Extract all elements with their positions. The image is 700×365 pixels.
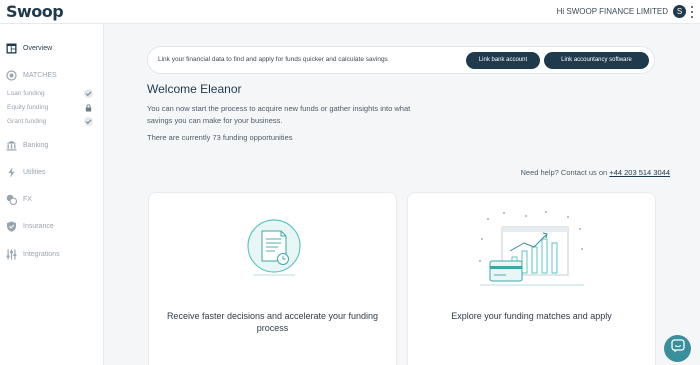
sidebar-item-grant-funding[interactable]: Grant funding [0, 116, 104, 128]
sidebar-item-utilities[interactable]: Utilities [0, 162, 104, 182]
card-title: Explore your funding matches and apply [451, 311, 612, 321]
check-icon [84, 89, 93, 98]
sidebar: Overview MATCHES Loan funding Equity fun… [0, 24, 104, 365]
sidebar-item-label: Insurance [23, 222, 54, 230]
swoop-logo[interactable]: Swoop [6, 2, 64, 21]
sidebar-item-label: Loan funding [7, 90, 45, 97]
help-phone-link[interactable]: +44 203 514 3044 [609, 168, 670, 177]
avatar[interactable]: S [673, 5, 686, 18]
sidebar-item-label: Overview [23, 44, 53, 52]
sidebar-item-overview[interactable]: Overview [0, 38, 104, 58]
sidebar-item-equity-funding[interactable]: Equity funding [0, 102, 104, 114]
bank-icon [6, 140, 17, 151]
help-prefix: Need help? Contact us on [520, 168, 608, 177]
lock-icon [84, 103, 93, 112]
sliders-icon [6, 249, 17, 260]
check-icon [84, 117, 93, 126]
account-greeting: Hi SWOOP FINANCE LIMITED [556, 7, 668, 16]
sidebar-item-loan-funding[interactable]: Loan funding [0, 88, 104, 100]
more-menu-icon[interactable] [690, 6, 694, 18]
sidebar-item-label: FX [23, 195, 32, 203]
chart-card-icon [476, 209, 588, 294]
chat-launcher[interactable] [664, 335, 691, 362]
link-data-banner: Link your financial data to find and app… [147, 46, 655, 74]
fx-icon [6, 194, 17, 205]
page-title: Welcome Eleanor [147, 82, 242, 96]
intro-text: You can now start the process to acquire… [147, 104, 411, 125]
link-accountancy-software-button[interactable]: Link accountancy software [544, 52, 649, 69]
matches-icon [6, 69, 17, 81]
sidebar-item-label: Banking [23, 141, 49, 149]
sidebar-item-label: MATCHES [23, 71, 57, 79]
sidebar-item-matches[interactable]: MATCHES [0, 65, 104, 85]
sidebar-item-label: Utilities [23, 168, 46, 176]
sidebar-item-label: Equity funding [7, 104, 49, 111]
faster-decisions-card[interactable]: Receive faster decisions and accelerate … [148, 192, 397, 365]
link-bank-account-button[interactable]: Link bank account [466, 52, 540, 69]
explore-matches-card[interactable]: Explore your funding matches and apply [407, 192, 656, 365]
sidebar-item-insurance[interactable]: Insurance [0, 216, 104, 236]
sidebar-item-label: Grant funding [7, 118, 47, 125]
chat-icon [670, 339, 685, 358]
sidebar-item-integrations[interactable]: Integrations [0, 244, 104, 264]
overview-icon [6, 43, 17, 54]
banner-text: Link your financial data to find and app… [158, 56, 388, 63]
sidebar-item-fx[interactable]: FX [0, 189, 104, 209]
shield-icon [6, 220, 17, 232]
top-bar: Swoop Hi SWOOP FINANCE LIMITED S [0, 0, 700, 24]
lightning-icon [6, 166, 17, 178]
sidebar-item-banking[interactable]: Banking [0, 135, 104, 155]
sidebar-item-label: Integrations [23, 250, 60, 258]
help-contact: Need help? Contact us on +44 203 514 304… [520, 168, 670, 177]
document-icon [245, 217, 303, 282]
funding-opportunities-count: There are currently 73 funding opportuni… [147, 133, 293, 142]
card-title: Receive faster decisions and accelerate … [166, 311, 379, 333]
